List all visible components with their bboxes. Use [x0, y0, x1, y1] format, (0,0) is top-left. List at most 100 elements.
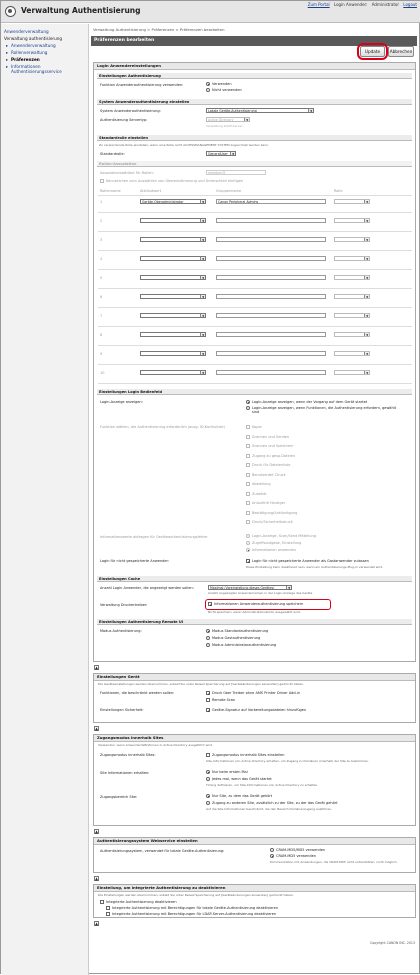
site-range-radio-1[interactable]: [206, 794, 210, 798]
role-row-group-input[interactable]: [216, 332, 326, 337]
remote-ui-text-2: Modus Gastauthentisierung: [212, 636, 261, 640]
integrated-ldap-checkbox[interactable]: [106, 912, 110, 916]
role-row-group-input[interactable]: [216, 256, 326, 261]
role-row-select[interactable]: Geräte-Oberadministrator ▼: [140, 199, 206, 204]
auth-notuse-radio[interactable]: [206, 88, 210, 92]
websvc-radio-1[interactable]: [270, 848, 274, 852]
remote-ui-radio-1[interactable]: [206, 629, 210, 633]
ldap-server-link[interactable]: Verwaltung LDAP-Server...: [206, 124, 245, 129]
sidebar-item-informationen[interactable]: Informationen Authentisierungsservice: [6, 64, 81, 74]
expand-toggle-icon[interactable]: ▲: [94, 921, 99, 926]
remote-ui-radio-3[interactable]: [206, 643, 210, 647]
cred-radio-3[interactable]: [246, 548, 250, 552]
function-checkbox[interactable]: [246, 453, 250, 458]
driver-restrict-checkbox[interactable]: [206, 691, 211, 696]
role-row-num: 4: [100, 257, 103, 261]
site-info-radio-2[interactable]: [206, 777, 210, 781]
server-type-select[interactable]: Active Directory ▼: [206, 117, 250, 122]
login-display-radio-2[interactable]: [246, 406, 250, 410]
role-row-select[interactable]: ▼: [140, 218, 206, 223]
sidebar-group-verwaltung[interactable]: Verwaltung authentisierung: [4, 36, 62, 41]
role-row-group-input[interactable]: [216, 313, 326, 318]
table-row: 10 ▼ ▼: [94, 370, 414, 384]
login-user-label: Login Anwender:: [333, 2, 368, 7]
role-row-select[interactable]: ▼: [140, 256, 206, 261]
remote-ui-radio-2[interactable]: [206, 636, 210, 640]
portal-link[interactable]: Zum Portal: [308, 2, 330, 7]
role-row-group-input[interactable]: Canon Peripheral Admins: [216, 199, 326, 204]
update-button[interactable]: Update: [360, 46, 385, 57]
role-row-role-select[interactable]: ▼: [334, 218, 370, 223]
role-row-select[interactable]: ▼: [140, 275, 206, 280]
function-checkbox[interactable]: [246, 463, 250, 467]
role-row-role-select[interactable]: ▼: [334, 351, 370, 356]
site-info-radio-1[interactable]: [206, 770, 210, 774]
remote-scan-checkbox[interactable]: [206, 698, 210, 702]
role-row-role-select[interactable]: ▼: [334, 313, 370, 318]
prefix-label: Kennzeichen zum Auswählen von Übereinsti…: [106, 179, 244, 183]
function-checkbox[interactable]: [246, 434, 250, 439]
role-row-role-select[interactable]: ▼: [334, 275, 370, 280]
function-checkbox[interactable]: [246, 472, 250, 477]
function-checkbox[interactable]: [246, 444, 250, 448]
role-attr-input[interactable]: memberOf: [206, 170, 266, 175]
role-row-role-select[interactable]: ▼: [334, 370, 370, 375]
cancel-button[interactable]: Abbrechen: [388, 46, 414, 57]
table-row: 4 ▼ ▼: [94, 256, 414, 270]
role-row-group-input[interactable]: [216, 351, 326, 356]
cache-count-select[interactable]: Maximal (Voreinstellung dieses Gerätes) ▼: [208, 585, 292, 590]
role-row-role-select[interactable]: ▼: [334, 199, 370, 204]
remote-scan-text: Remote Scan: [212, 698, 236, 702]
role-row-select[interactable]: ▼: [140, 332, 206, 337]
expand-toggle-icon[interactable]: ▲: [94, 726, 99, 731]
default-role-select[interactable]: GeneralUser ▼: [206, 151, 236, 156]
function-checkbox[interactable]: [246, 491, 250, 496]
security-checkbox[interactable]: [206, 708, 211, 713]
function-checkbox[interactable]: [246, 482, 250, 486]
function-checkbox[interactable]: [246, 520, 250, 524]
role-row-select[interactable]: ▼: [140, 294, 206, 299]
device-section-title: Einstellungen Gerät: [94, 674, 415, 681]
expand-toggle-icon[interactable]: ▲: [94, 876, 99, 881]
sidebar-item-rollenverwaltung[interactable]: Rollenverwaltung: [6, 50, 47, 55]
system-auth-label: System Anwenderauthentisierung:: [100, 109, 161, 113]
cred-radio-2[interactable]: [246, 541, 250, 545]
function-checkbox[interactable]: [246, 425, 250, 429]
function-checkbox[interactable]: [246, 501, 250, 505]
role-row-group-input[interactable]: [216, 237, 326, 242]
expand-toggle-icon[interactable]: ▲: [94, 829, 99, 834]
login-display-radio-1[interactable]: [246, 400, 250, 404]
app-logo-icon: [5, 6, 16, 17]
role-row-role-select[interactable]: ▼: [334, 237, 370, 242]
access-mode-checkbox[interactable]: [206, 753, 210, 757]
cred-radio-1[interactable]: [246, 534, 250, 538]
role-row-role-select[interactable]: ▼: [334, 294, 370, 299]
role-row-select[interactable]: ▼: [140, 313, 206, 318]
role-row-select[interactable]: ▼: [140, 351, 206, 356]
role-row-group-input[interactable]: [216, 294, 326, 299]
prefix-checkbox[interactable]: [100, 179, 104, 183]
role-row-role-select[interactable]: ▼: [334, 256, 370, 261]
integrated-local-checkbox[interactable]: [106, 906, 110, 910]
integrated-main-checkbox[interactable]: [100, 900, 104, 904]
websvc-radio-2[interactable]: [270, 854, 274, 858]
driver-checkbox[interactable]: [208, 602, 213, 607]
role-row-select[interactable]: ▼: [140, 370, 206, 375]
sidebar-group-anwender[interactable]: Anwenderverwaltung: [4, 29, 49, 34]
sidebar-item-praeferenzen[interactable]: Präferenzen: [6, 57, 40, 62]
expand-toggle-icon[interactable]: ▲: [94, 665, 99, 670]
role-row-role-select[interactable]: ▼: [334, 332, 370, 337]
site-range-radio-2[interactable]: [206, 801, 210, 805]
role-row-select[interactable]: ▼: [140, 237, 206, 242]
function-checkbox[interactable]: [246, 510, 250, 515]
logout-link[interactable]: Logout: [403, 2, 417, 7]
role-row-group-input[interactable]: [216, 218, 326, 223]
system-auth-select[interactable]: Lokale Geräte-Authentisierung ▼: [206, 108, 314, 113]
cached-login-checkbox[interactable]: [246, 559, 251, 564]
remote-ui-text-1: Modus Standardauthentisierung: [212, 629, 269, 633]
sidebar-item-anwenderverwaltung[interactable]: Anwenderverwaltung: [6, 43, 56, 48]
role-row-group-input[interactable]: [216, 370, 326, 375]
role-row-group-input[interactable]: [216, 275, 326, 280]
auth-use-radio[interactable]: [206, 82, 210, 86]
cache-count-note: Anzahl angezeigter Anwendernamen in der …: [208, 591, 313, 595]
